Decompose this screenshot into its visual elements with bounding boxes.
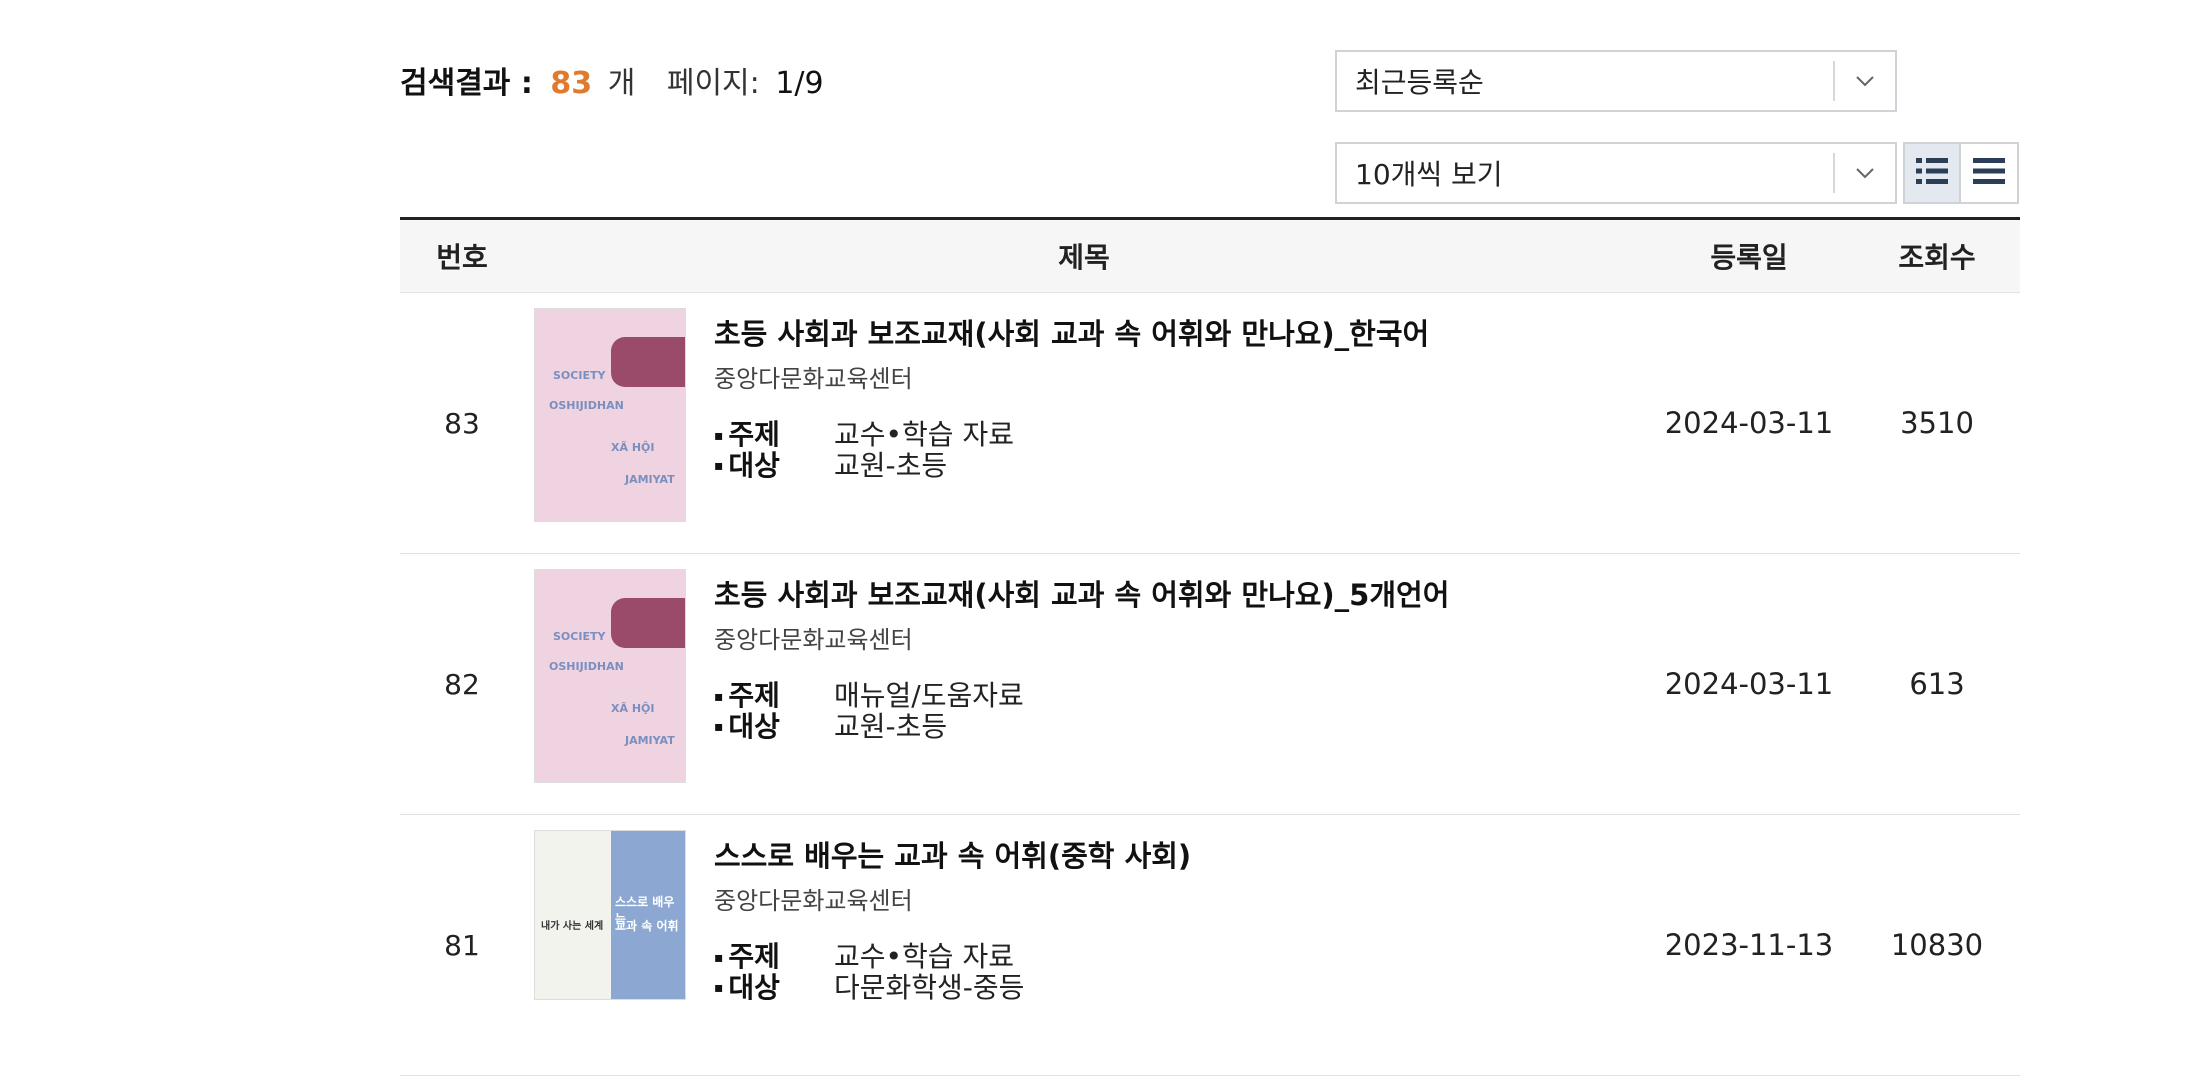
thumbnail-view-button[interactable] <box>1903 142 1961 204</box>
subject-label: 주제 <box>714 420 834 451</box>
subject-value: 매뉴얼/도움자료 <box>834 679 1024 712</box>
row-views: 10830 <box>1890 928 1984 962</box>
thumbnail-word: OSHIJIDHAN <box>549 660 624 673</box>
list-thumbnail-icon <box>1915 156 1949 190</box>
thumbnail-word: SOCIETY <box>553 369 606 382</box>
row-number: 83 <box>444 406 480 440</box>
header-no: 번호 <box>436 241 488 274</box>
row-info: 초등 사회과 보조교재(사회 교과 속 어휘와 만나요)_5개언어 중앙다문화교… <box>714 572 1449 742</box>
row-meta: 주제교수•학습 자료 대상교원-초등 <box>714 420 1429 481</box>
row-number: 82 <box>444 667 480 701</box>
table-row[interactable]: 83 SOCIETY OSHIJIDHAN XÃ HỘI JAMIYAT 초등 … <box>400 293 2020 554</box>
row-title-cell: SOCIETY OSHIJIDHAN XÃ HỘI JAMIYAT 초등 사회과… <box>524 293 1644 553</box>
thumbnail-word: XÃ HỘI <box>611 702 655 715</box>
table-row[interactable]: 81 내가 사는 세계 스스로 배우는 교과 속 어휘 스스로 배우는 교과 속… <box>400 815 2020 1076</box>
page-indicator: 1/9 <box>775 66 824 101</box>
row-organization: 중앙다문화교육센터 <box>714 365 913 393</box>
target-value: 교원-초등 <box>834 448 948 482</box>
thumbnail-image[interactable]: 내가 사는 세계 스스로 배우는 교과 속 어휘 <box>534 830 686 1000</box>
target-value: 교원-초등 <box>834 709 948 743</box>
subject-label: 주제 <box>714 942 834 973</box>
thumbnail-word: OSHIJIDHAN <box>549 399 624 412</box>
thumbnail-word: 내가 사는 세계 <box>541 921 604 932</box>
thumbnail-image[interactable]: SOCIETY OSHIJIDHAN XÃ HỘI JAMIYAT <box>534 308 686 522</box>
results-table: 번호 제목 등록일 조회수 83 SOCIETY OSHIJIDHAN XÃ H… <box>400 217 2020 1076</box>
row-title-link[interactable]: 초등 사회과 보조교재(사회 교과 속 어휘와 만나요)_5개언어 <box>714 572 1449 614</box>
header-views: 조회수 <box>1898 241 1976 274</box>
thumbnail-banner <box>611 598 685 648</box>
header-title: 제목 <box>1058 241 1110 274</box>
row-title-cell: 내가 사는 세계 스스로 배우는 교과 속 어휘 스스로 배우는 교과 속 어휘… <box>524 815 1644 1075</box>
row-info: 초등 사회과 보조교재(사회 교과 속 어휘와 만나요)_한국어 중앙다문화교육… <box>714 311 1429 481</box>
target-label: 대상 <box>714 973 834 1004</box>
thumbnail-word: 교과 속 어휘 <box>615 919 679 933</box>
row-title-link[interactable]: 스스로 배우는 교과 속 어휘(중학 사회) <box>714 833 1191 875</box>
sort-select[interactable]: 최근등록순 <box>1335 50 1897 112</box>
subject-label: 주제 <box>714 681 834 712</box>
view-toggle <box>1903 142 2019 204</box>
table-header: 번호 제목 등록일 조회수 <box>400 220 2020 293</box>
thumbnail-word: XÃ HỘI <box>611 441 655 454</box>
chevron-down-icon[interactable] <box>1835 52 1895 110</box>
thumbnail-word: JAMIYAT <box>625 473 675 486</box>
row-date: 2024-03-11 <box>1664 406 1834 440</box>
thumbnail-word: SOCIETY <box>553 630 606 643</box>
subject-value: 교수•학습 자료 <box>834 418 1014 451</box>
page-size-select[interactable]: 10개씩 보기 <box>1335 142 1897 204</box>
list-simple-icon <box>1972 156 2006 190</box>
table-row[interactable]: 82 SOCIETY OSHIJIDHAN XÃ HỘI JAMIYAT 초등 … <box>400 554 2020 815</box>
row-views: 3510 <box>1900 406 1974 440</box>
target-label: 대상 <box>714 712 834 743</box>
target-value: 다문화학생-중등 <box>834 970 1025 1004</box>
thumbnail-banner <box>611 337 685 387</box>
row-meta: 주제매뉴얼/도움자료 대상교원-초등 <box>714 681 1449 742</box>
row-date: 2023-11-13 <box>1664 928 1834 962</box>
row-organization: 중앙다문화교육센터 <box>714 887 913 915</box>
row-views: 613 <box>1909 667 1965 701</box>
row-info: 스스로 배우는 교과 속 어휘(중학 사회) 중앙다문화교육센터 주제교수•학습… <box>714 833 1191 1003</box>
row-title-link[interactable]: 초등 사회과 보조교재(사회 교과 속 어휘와 만나요)_한국어 <box>714 311 1429 353</box>
thumbnail-image[interactable]: SOCIETY OSHIJIDHAN XÃ HỘI JAMIYAT <box>534 569 686 783</box>
row-date: 2024-03-11 <box>1664 667 1834 701</box>
sort-select-value: 최근등록순 <box>1355 66 1484 99</box>
result-unit: 개 <box>607 66 636 101</box>
thumbnail-word: JAMIYAT <box>625 734 675 747</box>
subject-value: 교수•학습 자료 <box>834 940 1014 973</box>
chevron-down-icon[interactable] <box>1835 144 1895 202</box>
row-organization: 중앙다문화교육센터 <box>714 626 913 654</box>
row-number: 81 <box>444 928 480 962</box>
header-date: 등록일 <box>1710 241 1788 274</box>
page-size-value: 10개씩 보기 <box>1355 158 1503 191</box>
search-summary: 검색결과 : 83 개 페이지: 1/9 <box>400 58 824 102</box>
summary-label: 검색결과 : <box>400 66 533 101</box>
row-title-cell: SOCIETY OSHIJIDHAN XÃ HỘI JAMIYAT 초등 사회과… <box>524 554 1644 814</box>
result-count: 83 <box>550 66 593 101</box>
row-meta: 주제교수•학습 자료 대상다문화학생-중등 <box>714 942 1191 1003</box>
page-label: 페이지: <box>666 66 760 101</box>
simple-list-view-button[interactable] <box>1961 142 2019 204</box>
target-label: 대상 <box>714 451 834 482</box>
